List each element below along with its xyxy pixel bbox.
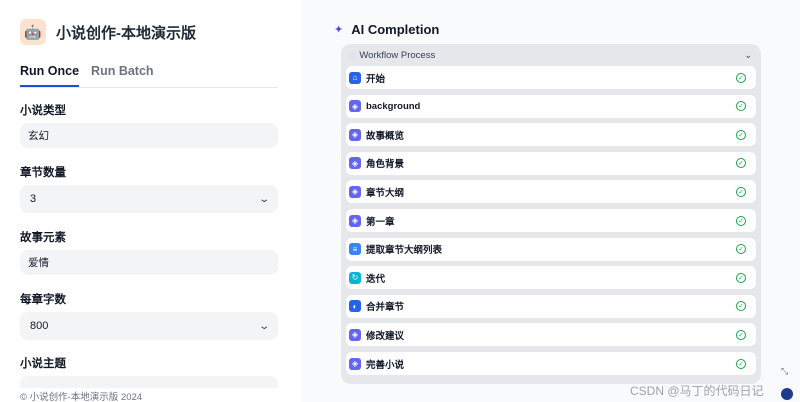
workflow-title: Workflow Process: [359, 49, 436, 61]
workflow-node[interactable]: ⌂ 开始 ✓: [346, 66, 756, 89]
workflow-node[interactable]: ◈ background ✓: [346, 94, 756, 118]
workflow-node-label: background: [366, 100, 421, 112]
workflow-node[interactable]: ↻ 迭代 ✓: [346, 266, 756, 290]
workflow-header[interactable]: ◌ Workflow Process ⌄: [341, 44, 761, 66]
app-title: 小说创作-本地演示版: [56, 24, 196, 42]
llm-icon: ◈: [349, 157, 361, 170]
workflow-node[interactable]: ◈ 第一章 ✓: [346, 209, 756, 232]
check-circle-icon: ✓: [736, 358, 746, 369]
tab-run-once[interactable]: Run Once: [20, 64, 80, 87]
workflow-node[interactable]: ◈ 修改建议 ✓: [346, 323, 756, 347]
merge-icon: ◐: [349, 300, 361, 313]
app-header: 🤖 小说创作-本地演示版: [20, 19, 196, 45]
theme-label: 小说主题: [20, 358, 66, 370]
workflow-node-label: 第一章: [366, 216, 395, 228]
check-circle-icon: ✓: [736, 72, 746, 83]
check-circle-icon: ✓: [736, 329, 746, 340]
workflow-node-label: 迭代: [366, 273, 386, 285]
watermark: CSDN @马丁的代码日记: [630, 384, 764, 398]
footer-copyright: © 小说创作-本地演示版 2024: [20, 392, 143, 402]
workflow-node[interactable]: ≡ 提取章节大纲列表 ✓: [346, 237, 756, 261]
workflow-process-panel: ◌ Workflow Process ⌄ ⌂ 开始 ✓ ◈ background ✓ ◈ 故事…: [341, 44, 761, 384]
workflow-node-label: 开始: [366, 73, 386, 85]
check-circle-icon: ✓: [736, 129, 746, 140]
sparkle-icon: ✦: [334, 24, 344, 36]
expand-icon[interactable]: ⤡: [781, 366, 788, 377]
workflow-node-label: 故事概览: [366, 130, 405, 142]
llm-icon: ◈: [349, 185, 361, 198]
words-value: 800: [30, 320, 49, 332]
check-circle-icon: ✓: [736, 272, 746, 283]
workflow-node-label: 修改建议: [366, 330, 405, 342]
llm-icon: ◈: [349, 214, 361, 227]
llm-icon: ◈: [349, 328, 361, 341]
assistant-icon[interactable]: [781, 388, 793, 400]
mode-tabs: Run Once Run Batch: [20, 64, 278, 88]
theme-input[interactable]: [20, 376, 278, 388]
words-label: 每章字数: [20, 294, 66, 306]
chapters-value: 3: [30, 193, 37, 205]
workflow-node-label: 提取章节大纲列表: [366, 245, 443, 257]
completion-header: ✦ AI Completion: [334, 22, 439, 37]
check-circle-icon: ✓: [736, 186, 746, 197]
completion-title: AI Completion: [351, 22, 440, 37]
workflow-node[interactable]: ◈ 完善小说 ✓: [346, 352, 756, 375]
elements-label: 故事元素: [20, 232, 66, 244]
workflow-node[interactable]: ◈ 章节大纲 ✓: [346, 180, 756, 204]
llm-icon: ◈: [349, 357, 361, 370]
robot-icon: 🤖: [20, 19, 46, 45]
elements-input[interactable]: 爱情: [20, 250, 278, 275]
words-select[interactable]: 800 ⌄: [20, 312, 278, 340]
tab-run-batch[interactable]: Run Batch: [91, 64, 154, 87]
chapters-label: 章节数量: [20, 167, 66, 179]
loop-icon: ↻: [349, 271, 361, 284]
workflow-node[interactable]: ◈ 故事概览 ✓: [346, 123, 756, 147]
workflow-node[interactable]: ◈ 角色背景 ✓: [346, 151, 756, 175]
workflow-node[interactable]: ◐ 合并章节 ✓: [346, 294, 756, 318]
check-circle-icon: ✓: [736, 215, 746, 226]
llm-icon: ◈: [349, 100, 361, 113]
genre-input[interactable]: 玄幻: [20, 123, 278, 148]
check-circle-icon: ✓: [736, 244, 746, 255]
check-circle-icon: ✓: [736, 158, 746, 169]
chevron-down-icon: ⌄: [257, 193, 270, 205]
workflow-node-label: 章节大纲: [366, 187, 405, 199]
workflow-node-label: 合并章节: [366, 302, 405, 314]
chevron-down-icon: ⌄: [257, 320, 270, 332]
llm-icon: ◈: [349, 128, 361, 141]
workflow-node-label: 完善小说: [366, 359, 405, 371]
input-panel: 🤖 小说创作-本地演示版 Run Once Run Batch 小说类型 玄幻 …: [0, 0, 302, 402]
workflow-node-label: 角色背景: [366, 159, 405, 171]
loading-icon: ◌: [350, 50, 356, 60]
check-circle-icon: ✓: [736, 101, 746, 112]
check-circle-icon: ✓: [736, 301, 746, 312]
chapters-select[interactable]: 3 ⌄: [20, 185, 278, 213]
genre-label: 小说类型: [20, 105, 66, 117]
chevron-down-icon[interactable]: ⌄: [744, 50, 752, 61]
extract-icon: ≡: [349, 243, 361, 256]
home-icon: ⌂: [349, 71, 361, 84]
